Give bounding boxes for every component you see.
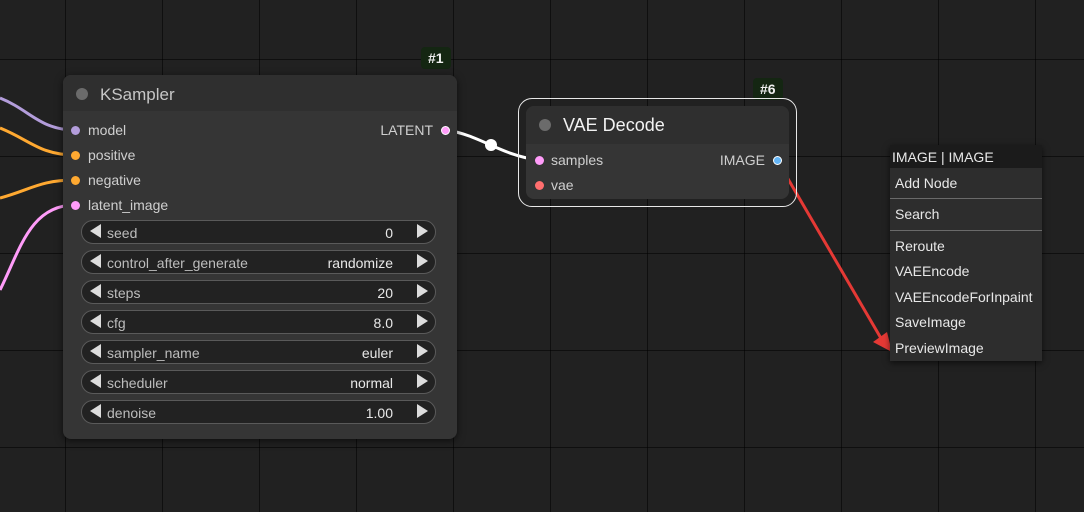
menu-item-saveimage[interactable]: SaveImage [895,314,966,330]
widget-denoise[interactable]: denoise 1.00 [81,400,436,424]
ksampler-badge: #1 [421,47,451,69]
widget-label: scheduler [107,375,168,391]
image-output-label: IMAGE [719,152,765,168]
menu-item-vaeencode[interactable]: VAEEncode [895,263,969,279]
context-menu: IMAGE | IMAGE Add Node Search Reroute VA… [890,145,1042,361]
ksampler-title-bar[interactable]: KSampler [63,75,457,111]
vae-decode-node[interactable]: VAE Decode samples vae IMAGE [518,98,797,207]
vae-decode-badge: #6 [753,78,783,100]
latent-image-input-slot[interactable] [71,201,80,210]
widget-steps[interactable]: steps 20 [81,280,436,304]
menu-item-reroute[interactable]: Reroute [895,238,945,254]
widget-label: sampler_name [107,345,200,361]
vae-decode-title-bar[interactable]: VAE Decode [526,106,789,144]
increment-arrow-icon[interactable] [417,224,428,238]
latent-output-label: LATENT [380,122,433,138]
increment-arrow-icon[interactable] [417,344,428,358]
decrement-arrow-icon[interactable] [90,344,101,358]
ksampler-node[interactable]: KSampler model positive negative latent_ima… [63,75,457,439]
decrement-arrow-icon[interactable] [90,284,101,298]
menu-item-add-node[interactable]: Add Node [895,175,957,191]
widget-label: control_after_generate [107,255,248,271]
widget-control-after-generate[interactable]: control_after_generate randomize [81,250,436,274]
widget-label: seed [107,225,138,241]
positive-input-label: positive [88,147,136,163]
increment-arrow-icon[interactable] [417,374,428,388]
negative-input-label: negative [88,172,141,188]
increment-arrow-icon[interactable] [417,254,428,268]
decrement-arrow-icon[interactable] [90,374,101,388]
ksampler-title: KSampler [100,85,175,104]
collapse-dot-icon[interactable] [76,88,88,100]
context-menu-header: IMAGE | IMAGE [890,145,1042,168]
positive-input-slot[interactable] [71,151,80,160]
menu-item-vaeencodeforinpaint[interactable]: VAEEncodeForInpaint [895,289,1033,305]
widget-label: denoise [107,405,157,421]
widget-scheduler[interactable]: scheduler normal [81,370,436,394]
vae-input-slot[interactable] [535,181,544,190]
widget-label: cfg [107,315,126,331]
widget-value: 20 [377,285,393,301]
image-output-slot[interactable] [773,156,782,165]
decrement-arrow-icon[interactable] [90,224,101,238]
widget-seed[interactable]: seed 0 [81,220,436,244]
widget-value: 1.00 [365,405,393,421]
widget-sampler-name[interactable]: sampler_name euler [81,340,436,364]
negative-input-slot[interactable] [71,176,80,185]
widget-cfg[interactable]: cfg 8.0 [81,310,436,334]
menu-separator [890,230,1042,231]
menu-separator [890,198,1042,199]
vae-input-label: vae [551,177,574,193]
decrement-arrow-icon[interactable] [90,314,101,328]
widget-value: 0 [385,225,393,241]
widget-value: euler [361,345,393,361]
latent-image-input-label: latent_image [88,197,169,213]
widget-value: normal [350,375,393,391]
latent-output-slot[interactable] [441,126,450,135]
widget-value: 8.0 [373,315,393,331]
link-center-dot[interactable] [485,139,497,151]
vae-decode-title: VAE Decode [563,115,665,135]
decrement-arrow-icon[interactable] [90,254,101,268]
samples-input-label: samples [551,152,604,168]
increment-arrow-icon[interactable] [417,284,428,298]
menu-item-search[interactable]: Search [895,206,939,222]
samples-input-slot[interactable] [535,156,544,165]
model-input-slot[interactable] [71,126,80,135]
widget-value: randomize [327,255,393,271]
increment-arrow-icon[interactable] [417,404,428,418]
model-input-label: model [88,122,127,138]
collapse-dot-icon[interactable] [539,119,551,131]
decrement-arrow-icon[interactable] [90,404,101,418]
menu-item-previewimage[interactable]: PreviewImage [895,340,984,356]
increment-arrow-icon[interactable] [417,314,428,328]
widget-label: steps [107,285,141,301]
